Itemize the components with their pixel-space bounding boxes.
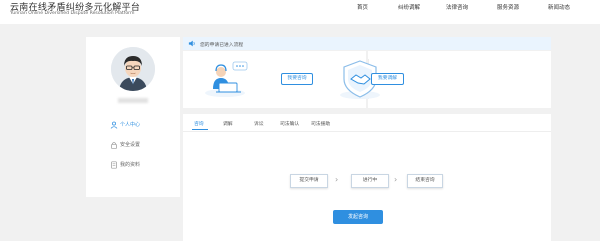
top-header: 云南在线矛盾纠纷多元化解平台 Yunnan Online Diversified… (0, 0, 600, 24)
tab-judicial-aid[interactable]: 司法援助 (311, 120, 330, 127)
active-tab-indicator (192, 129, 208, 130)
nav-home[interactable]: 首页 (357, 3, 368, 11)
sidebar-item-personal-center[interactable]: 个人中心 (86, 118, 180, 132)
profile-card: 个人中心 安全设置 我的资料 (86, 37, 180, 197)
tab-judicial-confirm[interactable]: 司法确认 (280, 120, 299, 127)
nav-legal-consult[interactable]: 法律咨询 (446, 3, 468, 11)
lock-icon (111, 142, 117, 149)
sidebar-item-label: 个人中心 (120, 122, 141, 128)
sidebar-item-label: 我的资料 (120, 162, 141, 168)
notice-bar: 您的申请已进入流程 (183, 37, 551, 50)
tab-consult[interactable]: 咨询 (194, 120, 204, 127)
chevron-right-icon: › (394, 175, 398, 184)
nav-resources[interactable]: 服务资源 (497, 3, 519, 11)
speaker-icon (188, 40, 195, 47)
user-avatar-icon (111, 47, 155, 91)
nav-news[interactable]: 新闻动态 (548, 3, 570, 11)
mediation-button[interactable]: 我要调解 (371, 73, 404, 85)
step-submit: 提交申请 (290, 174, 328, 188)
tab-divider (183, 131, 551, 132)
start-consult-button[interactable]: 发起咨询 (333, 210, 383, 224)
mediation-panel: 我要调解 (340, 51, 551, 108)
tab-mediation[interactable]: 调解 (223, 120, 233, 127)
avatar[interactable] (111, 47, 155, 91)
username-blurred (118, 98, 148, 103)
consult-content: 咨询 调解 诉讼 司法确认 司法援助 提交申请 › 进行中 › 结束咨询 发起咨… (183, 114, 551, 241)
site-subtitle: Yunnan Online Diversified Dispute Resolu… (10, 11, 135, 16)
nav-mediation[interactable]: 纠纷调解 (398, 3, 420, 11)
notice-text: 您的申请已进入流程 (200, 42, 244, 48)
consult-button[interactable]: 我要咨询 (281, 73, 313, 85)
tab-litigation[interactable]: 诉讼 (254, 120, 264, 127)
sidebar-item-label: 安全设置 (120, 142, 141, 148)
step-end-consult: 结束咨询 (407, 174, 443, 188)
user-icon (110, 121, 118, 129)
sidebar-item-my-profile[interactable]: 我的资料 (86, 158, 180, 172)
chevron-right-icon: › (335, 175, 339, 184)
sidebar-item-security[interactable]: 安全设置 (86, 138, 180, 152)
document-icon (111, 161, 117, 169)
step-in-progress: 进行中 (351, 174, 389, 188)
consultation-illustration (205, 61, 248, 97)
